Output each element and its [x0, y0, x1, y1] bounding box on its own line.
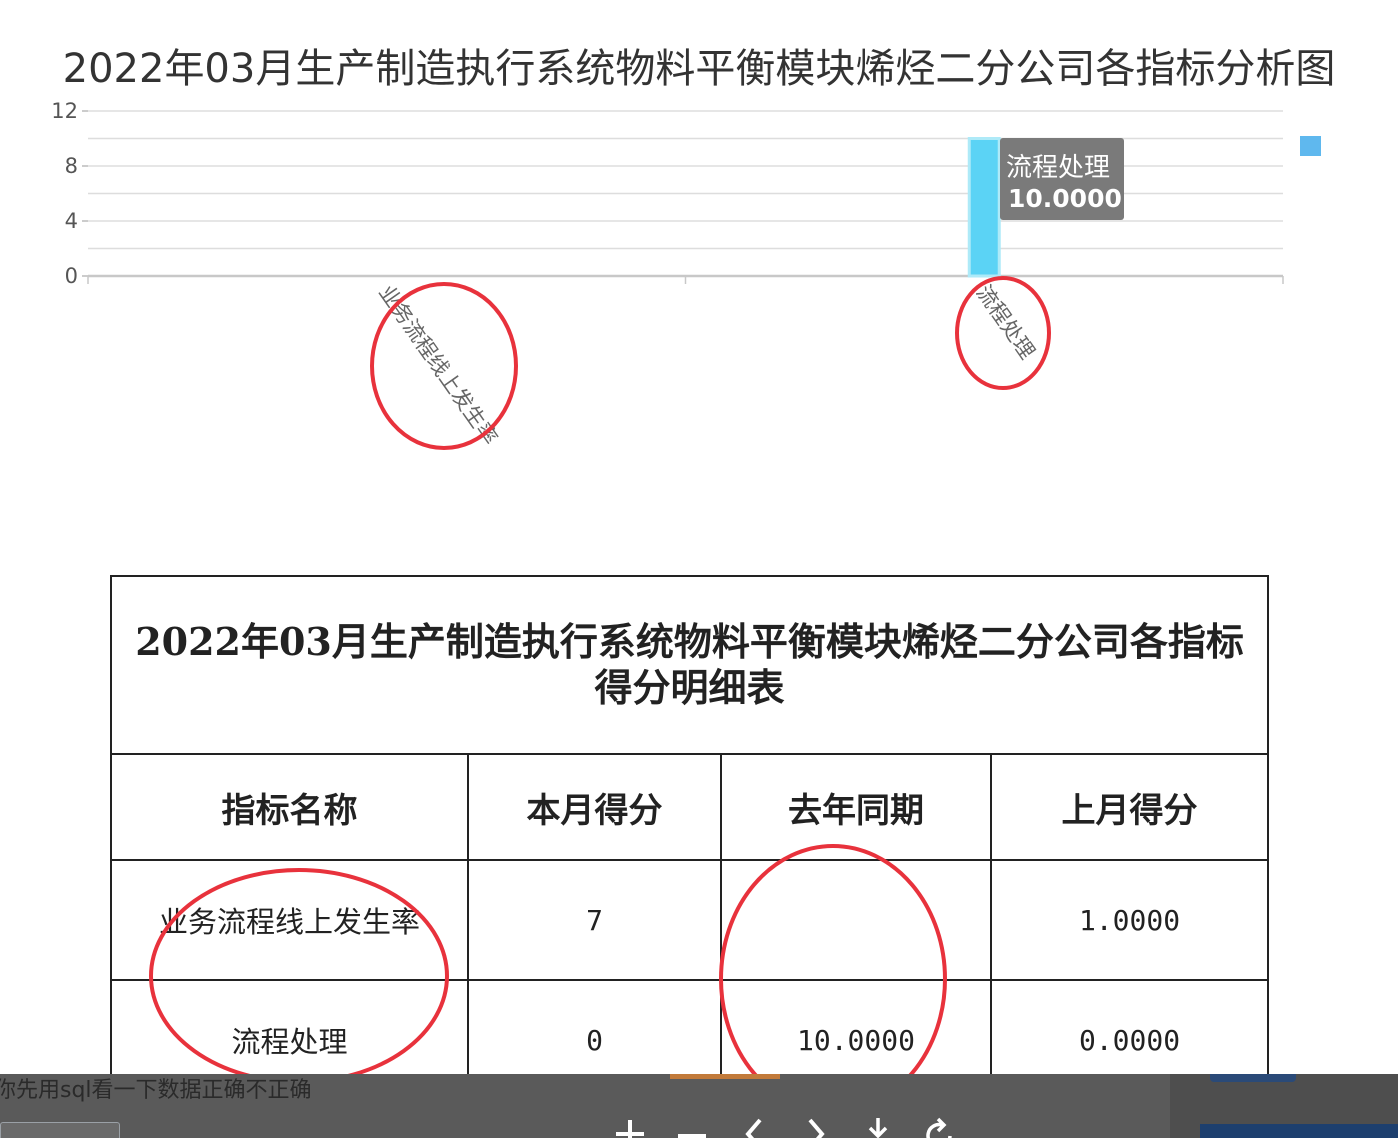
- bars: [967, 137, 1001, 278]
- chart-title: 2022年03月生产制造执行系统物料平衡模块烯烃二分公司各指标分析图: [62, 46, 1336, 92]
- header-last-month: 上月得分: [989, 753, 1270, 861]
- header-indicator-name: 指标名称: [110, 753, 469, 861]
- bar-chart: 0 4 8 12 业务流程线上发生率 流程处理 流程处理 10.0000: [51, 99, 1321, 450]
- image-viewer-toolbar: 你先用sql看一下数据正确不正确: [0, 1074, 1398, 1138]
- rotate-icon[interactable]: [920, 1114, 960, 1138]
- score-table: 2022年03月生产制造执行系统物料平衡模块烯烃二分公司各指标得分明细表 指标名…: [109, 575, 1270, 1101]
- table-row: 业务流程线上发生率 7 1.0000: [110, 859, 1270, 981]
- tooltip-value: 10.0000: [1008, 184, 1122, 213]
- thumbnail-banner: [1210, 1074, 1296, 1082]
- tooltip-label: 流程处理: [1006, 153, 1110, 183]
- thumbnail-image: [1200, 1124, 1398, 1138]
- header-this-month: 本月得分: [467, 753, 722, 861]
- progress-accent: [670, 1074, 780, 1079]
- x-category-label: 业务流程线上发生率: [374, 281, 502, 450]
- bar[interactable]: [967, 137, 1001, 278]
- cell-last-month: 1.0000: [989, 859, 1270, 981]
- x-category-label: 流程处理: [972, 281, 1040, 364]
- zoom-out-icon[interactable]: [672, 1114, 712, 1138]
- table-title: 2022年03月生产制造执行系统物料平衡模块烯烃二分公司各指标得分明细表: [109, 575, 1270, 755]
- download-icon[interactable]: [858, 1114, 898, 1138]
- cell-this-month: 7: [467, 859, 722, 981]
- table-header-row: 指标名称 本月得分 去年同期 上月得分: [110, 753, 1270, 861]
- y-tick-label: 8: [65, 154, 78, 178]
- labels: 业务流程线上发生率 流程处理: [374, 281, 1039, 450]
- viewer-tools: [610, 1114, 960, 1138]
- zoom-in-icon[interactable]: [610, 1114, 650, 1138]
- cell-last-year: [720, 859, 992, 981]
- y-tick-label: 0: [65, 264, 78, 288]
- next-icon[interactable]: [796, 1114, 836, 1138]
- chart-tooltip: 流程处理 10.0000: [1000, 138, 1124, 220]
- y-tick-label: 12: [51, 99, 78, 123]
- input-box[interactable]: [0, 1122, 120, 1138]
- cell-indicator-name: 业务流程线上发生率: [110, 859, 469, 981]
- legend-marker[interactable]: [1300, 136, 1321, 156]
- chat-caption: 你先用sql看一下数据正确不正确: [0, 1078, 312, 1103]
- header-last-year: 去年同期: [720, 753, 992, 861]
- previous-icon[interactable]: [734, 1114, 774, 1138]
- y-tick-label: 4: [65, 209, 78, 233]
